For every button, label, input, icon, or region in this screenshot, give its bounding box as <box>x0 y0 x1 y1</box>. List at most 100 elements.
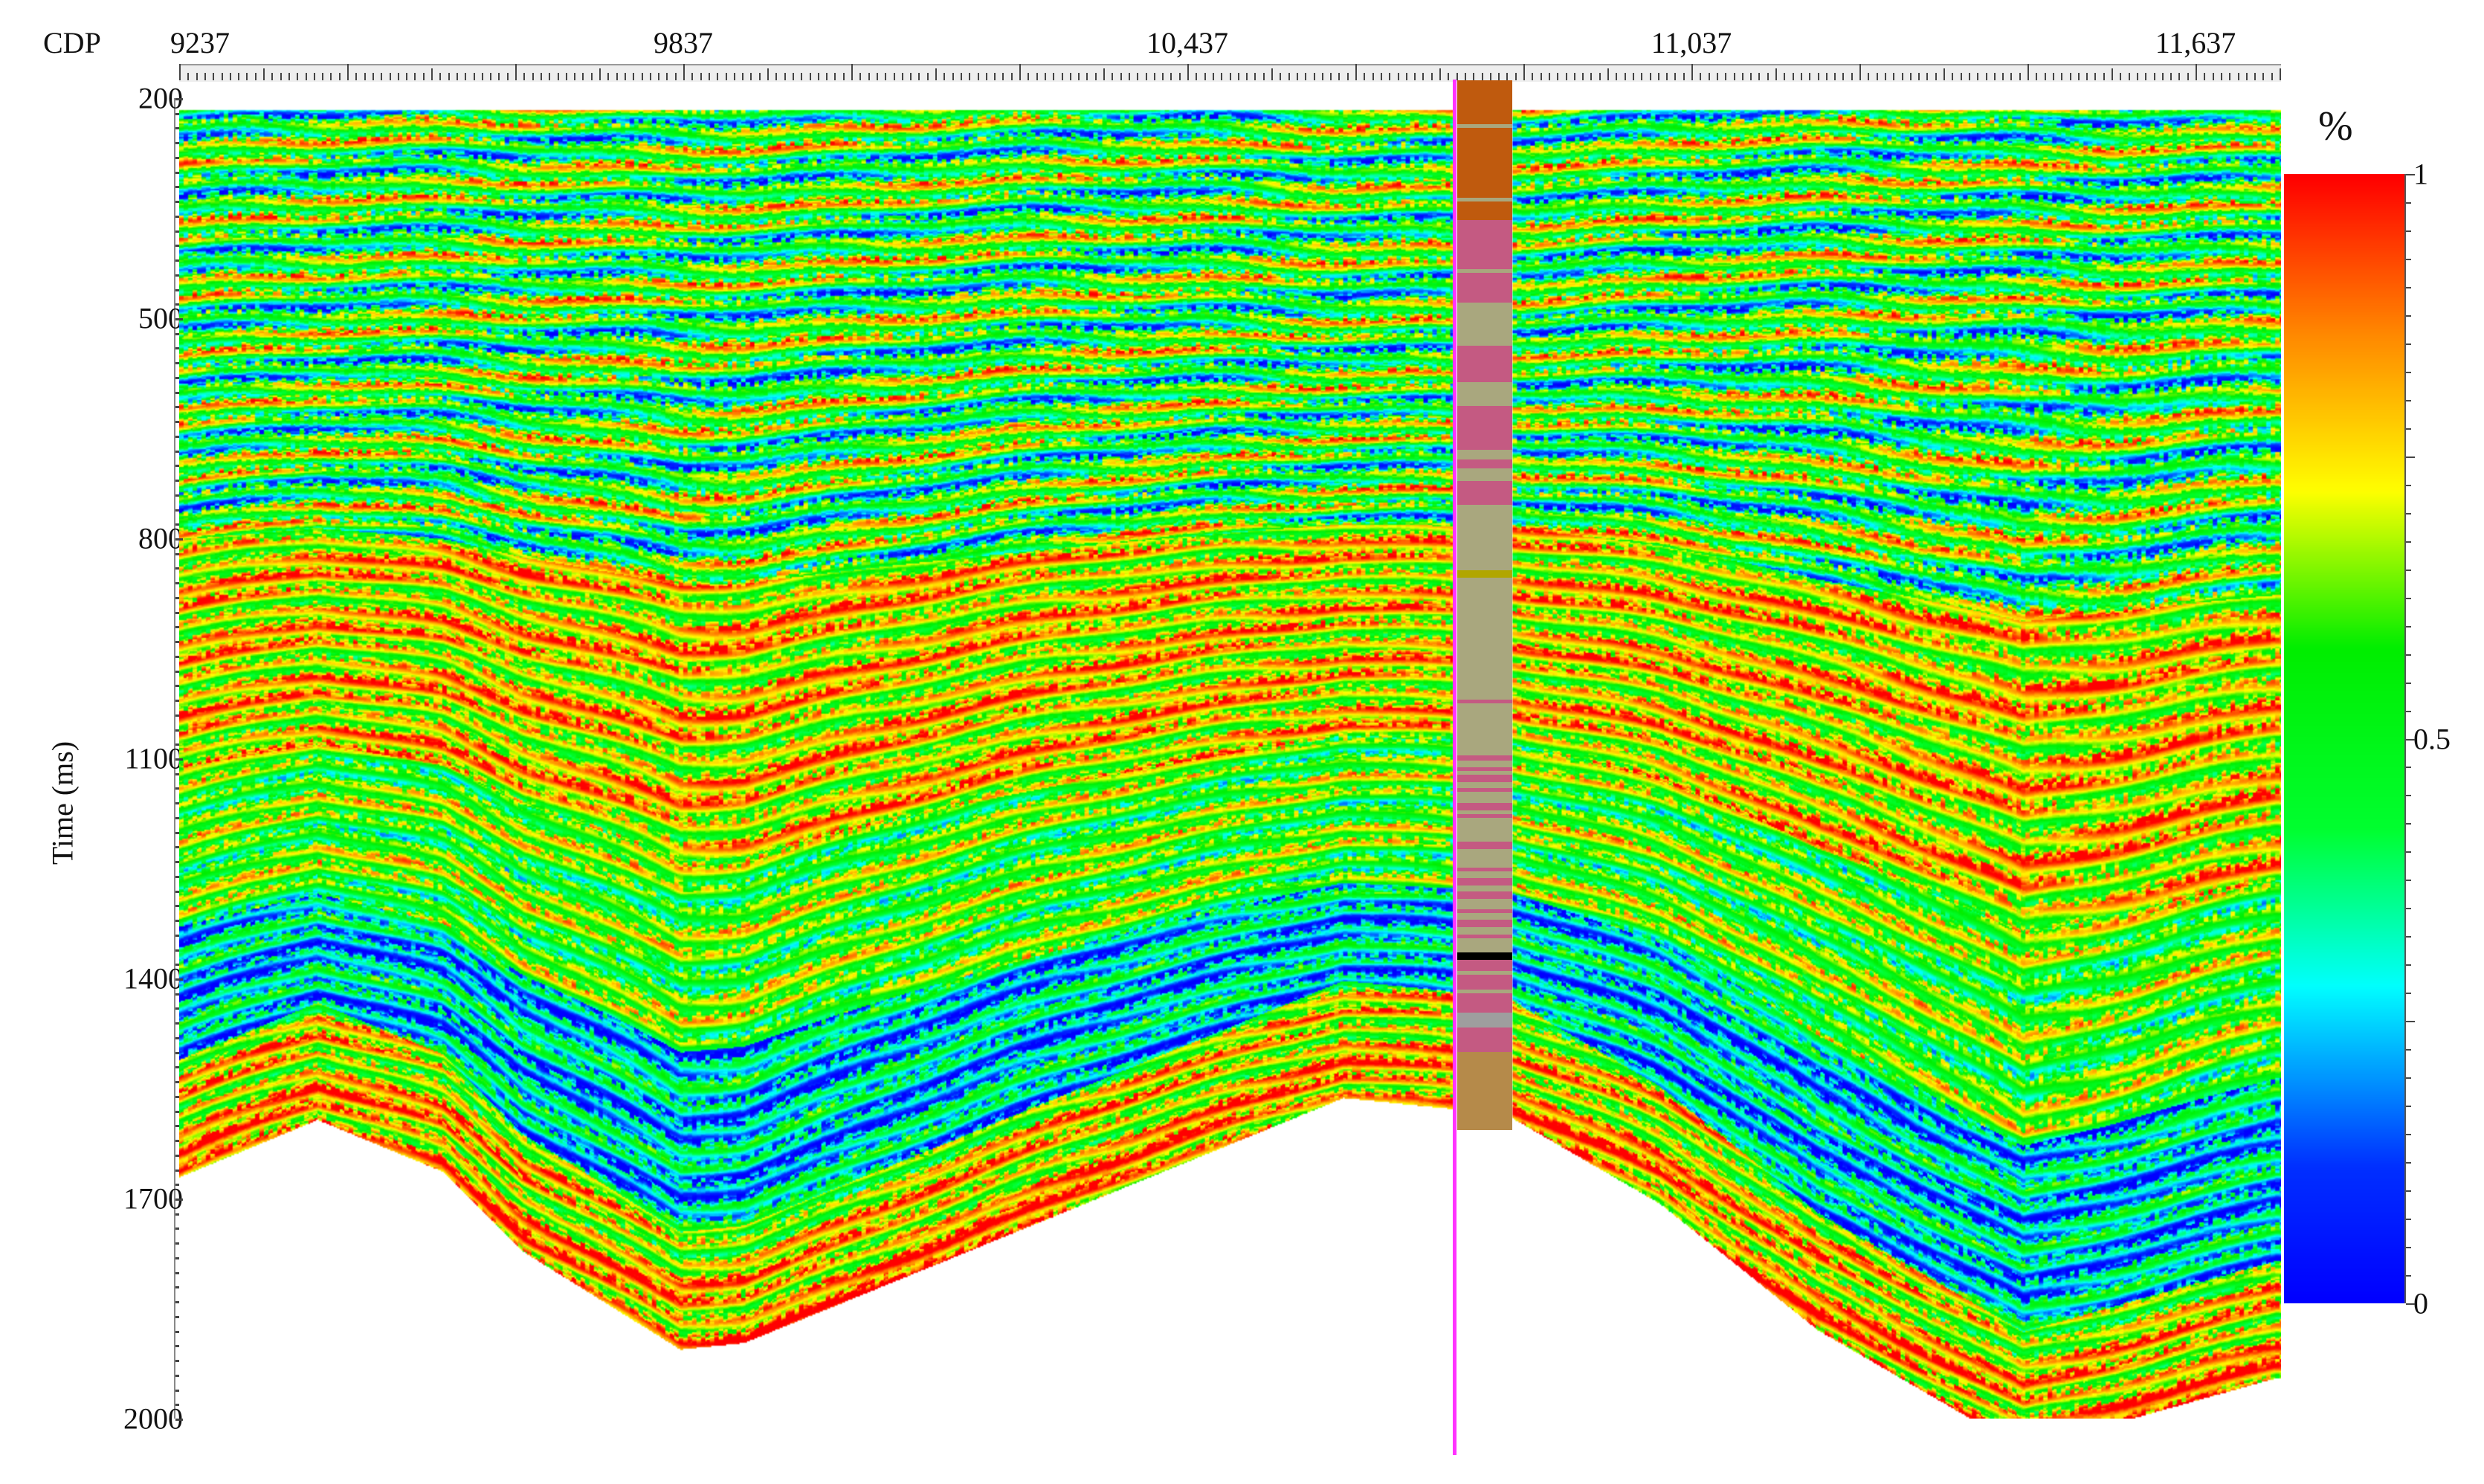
y-tick <box>175 1022 179 1025</box>
x-tick <box>742 73 744 80</box>
y-tick <box>175 964 179 967</box>
x-tick <box>1775 68 1777 80</box>
x-tick <box>1716 73 1718 80</box>
colorbar-tick <box>2406 654 2411 656</box>
y-tick <box>175 201 179 204</box>
x-tick <box>1952 73 1954 80</box>
x-tick <box>1271 68 1273 80</box>
x-tick <box>2153 73 2155 80</box>
x-tick <box>1599 73 1601 80</box>
x-tick <box>1532 73 1534 80</box>
x-tick <box>372 73 374 80</box>
colorbar-tick <box>2406 456 2415 458</box>
y-tick <box>175 288 179 291</box>
x-tick <box>422 73 425 80</box>
x-tick <box>2036 73 2038 80</box>
x-tick <box>297 73 299 80</box>
x-tick <box>1859 64 1861 80</box>
well-lithology-band-tan <box>1457 303 1512 346</box>
x-tick <box>2145 73 2147 80</box>
x-tick <box>1170 73 1172 80</box>
colorbar-tick <box>2406 1219 2411 1221</box>
x-tick <box>1086 73 1088 80</box>
y-tick <box>175 406 179 409</box>
well-lithology-band-pink <box>1457 868 1512 871</box>
x-tick <box>1834 73 1836 80</box>
x-tick <box>1548 73 1550 80</box>
well-lithology-band-pink <box>1457 803 1512 811</box>
x-tick <box>2136 73 2138 80</box>
x-axis-title: CDP <box>43 26 101 59</box>
colorbar-tick <box>2406 1303 2415 1305</box>
x-tick <box>758 73 761 80</box>
colorbar-tick <box>2406 710 2411 712</box>
y-tick <box>175 875 179 878</box>
y-tick <box>175 347 179 350</box>
x-tick <box>2128 73 2130 80</box>
x-tick <box>2280 68 2281 80</box>
y-tick <box>175 552 179 555</box>
x-tick <box>1968 73 1970 80</box>
x-tick <box>1254 73 1256 80</box>
x-tick <box>985 73 987 80</box>
x-tick <box>1296 73 1298 80</box>
x-tick <box>1288 73 1290 80</box>
y-tick <box>175 802 179 805</box>
y-tick <box>175 1199 183 1201</box>
x-tick <box>1876 73 1878 80</box>
y-tick <box>175 567 179 570</box>
y-tick-label: 1700 <box>123 1181 183 1216</box>
x-tick <box>2019 73 2021 80</box>
x-tick <box>658 73 660 80</box>
x-tick <box>1196 73 1198 80</box>
colorbar-tick <box>2406 230 2411 232</box>
y-tick <box>175 362 179 365</box>
y-tick <box>175 1271 179 1274</box>
x-tick <box>994 73 996 80</box>
y-tick <box>175 700 179 703</box>
colorbar-tick <box>2406 258 2411 260</box>
x-tick <box>523 73 526 80</box>
colorbar-tick <box>2406 1077 2411 1080</box>
x-tick <box>1817 73 1819 80</box>
y-tick <box>175 318 183 320</box>
y-tick <box>175 1081 179 1084</box>
x-tick <box>1397 73 1399 80</box>
well-lithology-band-olive <box>1457 570 1512 578</box>
x-tick <box>1943 68 1945 80</box>
well-lithology-band-pink <box>1457 1027 1512 1052</box>
x-tick <box>1649 73 1651 80</box>
y-tick <box>175 376 179 379</box>
well-lithology-band-brown <box>1457 80 1512 124</box>
well-lithology-band-pink <box>1457 909 1512 914</box>
colorbar <box>2284 174 2404 1303</box>
y-tick <box>175 641 179 644</box>
x-tick <box>767 68 769 80</box>
x-tick <box>1204 73 1206 80</box>
x-tick <box>2086 73 2088 80</box>
x-tick <box>607 73 610 80</box>
colorbar-tick <box>2406 1190 2411 1193</box>
well-lithology-band-pink <box>1457 813 1512 818</box>
y-tick-label: 200 <box>138 81 183 115</box>
x-tick <box>2254 73 2256 80</box>
well-lithology-band-tan <box>1457 468 1512 482</box>
colorbar-tick <box>2406 964 2411 967</box>
x-tick <box>280 73 282 80</box>
colorbar-tick <box>2406 682 2411 684</box>
x-tick <box>1036 73 1038 80</box>
x-tick <box>456 73 458 80</box>
x-tick <box>2262 73 2265 80</box>
y-tick <box>175 538 183 541</box>
x-tick <box>1380 73 1382 80</box>
x-tick <box>1708 73 1710 80</box>
y-tick <box>175 1330 179 1333</box>
y-tick <box>175 920 179 923</box>
well-lithology-band-tan <box>1457 578 1512 700</box>
x-tick <box>498 73 500 80</box>
colorbar-tick <box>2406 908 2411 910</box>
colorbar-tick <box>2406 484 2411 486</box>
x-tick-label: 9237 <box>170 26 230 59</box>
x-tick <box>246 73 248 80</box>
y-tick <box>175 626 179 629</box>
